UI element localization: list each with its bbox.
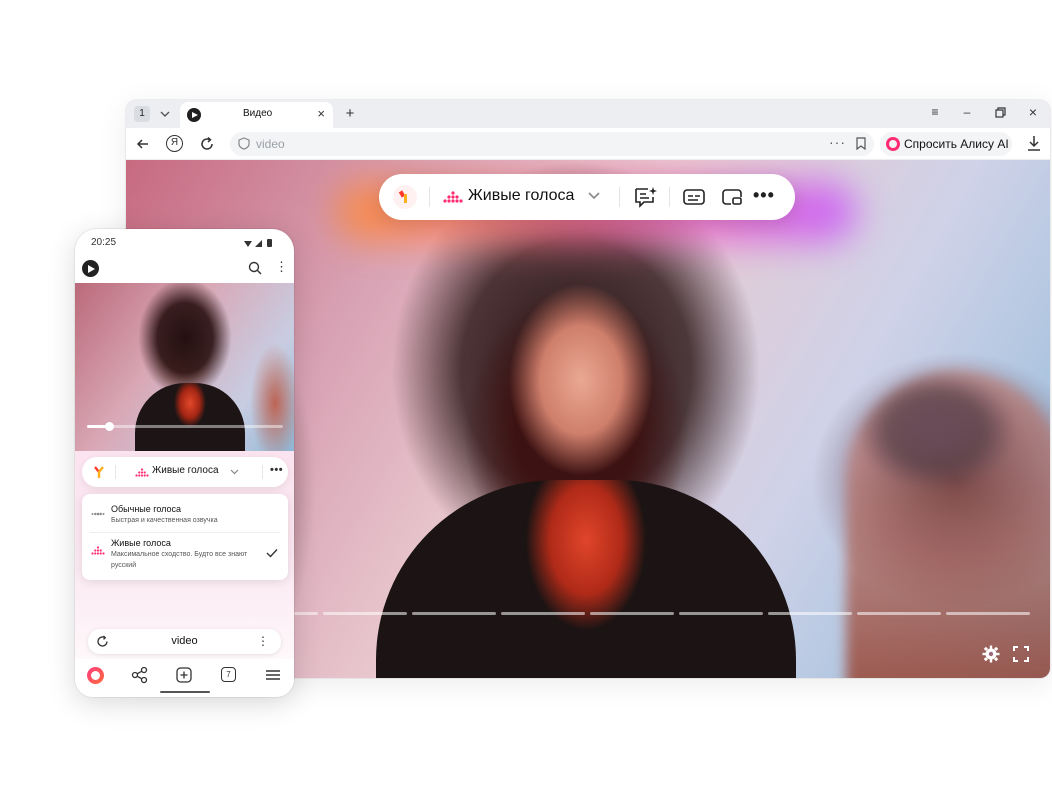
video-progress-bar[interactable] — [294, 612, 1030, 616]
voice-option-title: Живые голоса — [111, 538, 171, 548]
address-text: video — [256, 137, 285, 151]
menu-icon[interactable] — [263, 665, 283, 685]
phone-translate-bar: Живые голоса ••• — [82, 457, 288, 487]
check-icon — [266, 549, 278, 558]
voice-option-regular[interactable]: Обычные голоса Быстрая и качественная оз… — [82, 494, 288, 532]
fullscreen-icon[interactable] — [1012, 645, 1030, 663]
voice-waves-icon — [443, 191, 463, 203]
close-window-icon[interactable]: × — [1024, 104, 1042, 120]
chevron-down-icon[interactable] — [156, 105, 174, 123]
alice-icon[interactable] — [87, 667, 104, 684]
video-figure-body — [135, 383, 245, 451]
play-icon[interactable] — [82, 260, 99, 277]
phone-video-progress[interactable] — [87, 422, 283, 431]
status-icons — [244, 239, 272, 247]
separator — [429, 187, 430, 207]
video-figure-background — [846, 370, 1050, 678]
minimize-icon[interactable]: – — [958, 105, 976, 119]
chevron-down-icon[interactable] — [587, 191, 601, 201]
close-icon[interactable]: × — [317, 107, 325, 121]
pip-icon[interactable] — [719, 185, 745, 209]
separator — [669, 187, 670, 207]
separator — [619, 187, 620, 207]
toolbar: Я video ··· Спросить Алису AI — [126, 128, 1050, 160]
voice-option-description: Максимальное сходство. Будто все знают р… — [111, 551, 248, 569]
restore-icon[interactable] — [992, 106, 1010, 120]
tabs-count-button[interactable]: 7 — [221, 667, 236, 682]
menu-icon[interactable]: ≡ — [926, 105, 944, 119]
status-time: 20:25 — [91, 237, 117, 248]
video-translate-bar: Живые голоса ••• — [379, 174, 795, 220]
bookmark-icon[interactable] — [856, 137, 866, 150]
tab-counter[interactable]: 1 — [134, 106, 150, 122]
gear-icon[interactable] — [982, 645, 1000, 663]
search-icon[interactable] — [248, 261, 262, 275]
play-icon — [187, 108, 201, 122]
more-icon[interactable]: ⋮ — [275, 260, 288, 274]
more-icon[interactable]: ⋮ — [257, 634, 269, 648]
plus-icon[interactable]: + — [340, 104, 360, 124]
shield-icon — [238, 137, 250, 150]
scrub-knob[interactable] — [105, 422, 114, 431]
tab-title: Видео — [243, 108, 273, 119]
download-icon[interactable] — [1026, 134, 1042, 152]
new-tab-icon[interactable] — [174, 665, 194, 685]
more-icon[interactable]: ••• — [270, 464, 283, 476]
alice-icon — [886, 137, 900, 151]
yandex-logo-icon[interactable] — [91, 464, 107, 480]
phone-mockup: 20:25 ⋮ Живые голоса ••• Обычные голоса … — [75, 229, 294, 697]
ask-alice-label: Спросить Алису AI — [904, 137, 1009, 151]
more-icon[interactable]: ••• — [753, 185, 775, 206]
home-indicator — [160, 691, 210, 693]
tab-active[interactable]: Видео × — [180, 102, 333, 128]
voice-waves-icon — [91, 546, 105, 555]
ask-alice-button[interactable]: Спросить Алису AI — [880, 132, 1012, 156]
voice-mode-label[interactable]: Живые голоса — [468, 187, 574, 205]
address-bar[interactable]: video ··· — [230, 132, 874, 156]
subtitles-icon[interactable] — [681, 185, 707, 209]
share-icon[interactable] — [130, 665, 150, 685]
voice-option-title: Обычные голоса — [111, 504, 182, 514]
voice-regular-icon — [91, 512, 105, 516]
voice-options-menu: Обычные голоса Быстрая и качественная оз… — [82, 494, 288, 580]
voice-option-description: Быстрая и качественная озвучка — [111, 517, 218, 524]
video-figure-face — [456, 220, 706, 520]
chevron-down-icon[interactable] — [230, 469, 239, 475]
ai-subtitles-icon[interactable] — [633, 185, 659, 209]
yandex-icon[interactable]: Я — [166, 135, 183, 152]
voice-option-live[interactable]: Живые голоса Максимальное сходство. Будт… — [82, 533, 288, 580]
tab-bar: 1 Видео × + ≡ – × — [126, 100, 1050, 128]
phone-address-text: video — [171, 635, 198, 647]
stage: 1 Видео × + ≡ – × Я video ··· Спросить А… — [0, 0, 1052, 797]
phone-video-player[interactable] — [75, 283, 294, 451]
phone-address-bar[interactable]: video ⋮ — [88, 629, 281, 654]
video-figure-body — [376, 480, 796, 678]
yandex-logo-icon[interactable] — [393, 185, 417, 209]
voice-mode-label[interactable]: Живые голоса — [152, 465, 219, 476]
more-icon[interactable]: ··· — [829, 134, 846, 150]
voice-waves-icon — [135, 468, 149, 477]
back-icon[interactable] — [134, 135, 152, 153]
reload-icon[interactable] — [198, 135, 216, 153]
